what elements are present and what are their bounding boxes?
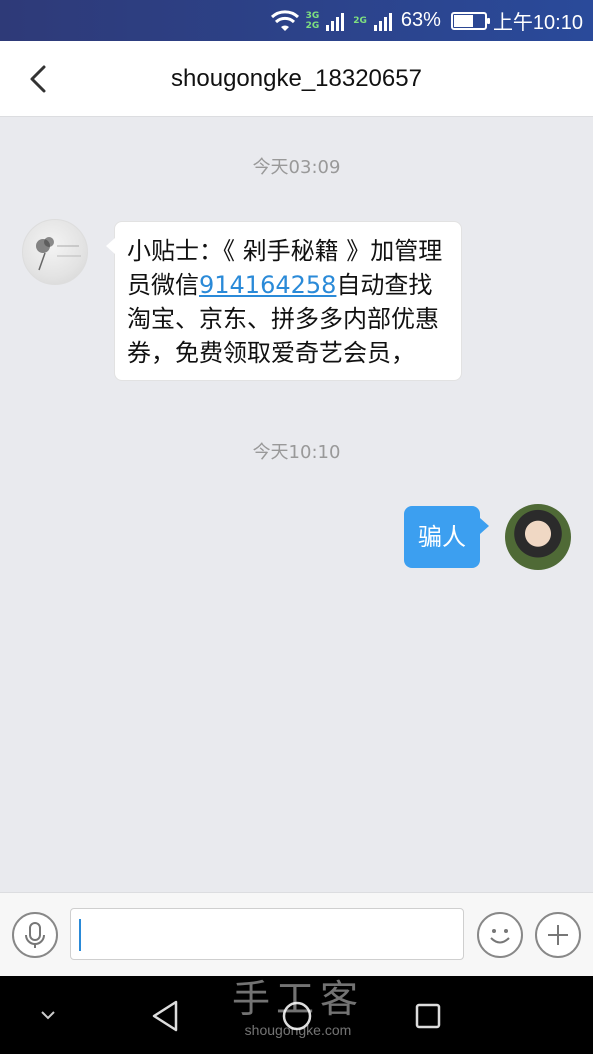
status-bar: 3G 2G 2G 63% 上午10:10 [0, 0, 593, 41]
battery-icon [450, 11, 490, 30]
triangle-back-icon [152, 1000, 178, 1032]
nav-collapse-button[interactable] [26, 994, 70, 1038]
message-composer [0, 892, 593, 976]
text-cursor [79, 919, 81, 951]
sent-message-bubble[interactable]: 骗人 [404, 506, 489, 568]
wechat-id-link[interactable]: 914164258 [199, 271, 336, 299]
message-timestamp: 今天10:10 [252, 442, 341, 463]
nav-back-button[interactable] [144, 994, 188, 1038]
plus-icon [548, 925, 568, 945]
contact-avatar[interactable] [22, 219, 88, 285]
battery-percent: 63% [400, 9, 441, 31]
received-message-bubble[interactable]: 小贴士：《 剁手秘籍 》加管理员微信914164258自动查找淘宝、京东、拼多多… [106, 221, 462, 381]
clock: 上午10:10 [492, 12, 583, 34]
system-nav-bar: 手工客 shougongke.com [0, 976, 593, 1054]
voice-input-button[interactable] [12, 912, 58, 958]
more-actions-button[interactable] [535, 912, 581, 958]
network-type-2g-second: 2G [353, 15, 367, 26]
nav-recents-button[interactable] [406, 994, 450, 1038]
wifi-icon [270, 9, 299, 31]
message-list[interactable]: 今天03:09 小贴士：《 剁手秘籍 》加管理员微信914164258自动查找淘… [0, 117, 593, 892]
chat-header: shougongke_18320657 [0, 41, 593, 117]
square-recents-icon [415, 1003, 441, 1029]
message-input[interactable] [70, 908, 464, 960]
chevron-down-icon [41, 1011, 55, 1020]
message-timestamp: 今天03:09 [252, 157, 341, 178]
signal-bars-icon-2 [373, 12, 392, 31]
signal-bars-icon [326, 12, 345, 31]
conversation-title: shougongke_18320657 [171, 65, 422, 92]
status-icons: 3G 2G 2G 63% 上午10:10 [270, 0, 583, 41]
battery-level-fill [453, 14, 473, 27]
emoji-button[interactable] [477, 912, 523, 958]
nav-home-button[interactable] [275, 994, 319, 1038]
flower-sketch-icon [36, 237, 81, 271]
network-type-3g: 3G [305, 10, 320, 21]
network-type-2g: 2G [305, 20, 320, 31]
network-type-labels: 3G 2G [306, 11, 320, 31]
message-text: 骗人 [418, 523, 466, 551]
smiley-icon [490, 929, 510, 944]
microphone-icon [25, 922, 45, 948]
circle-home-icon [282, 1001, 312, 1031]
user-avatar[interactable] [505, 504, 571, 570]
network-type-labels-2: 2G [353, 16, 367, 26]
